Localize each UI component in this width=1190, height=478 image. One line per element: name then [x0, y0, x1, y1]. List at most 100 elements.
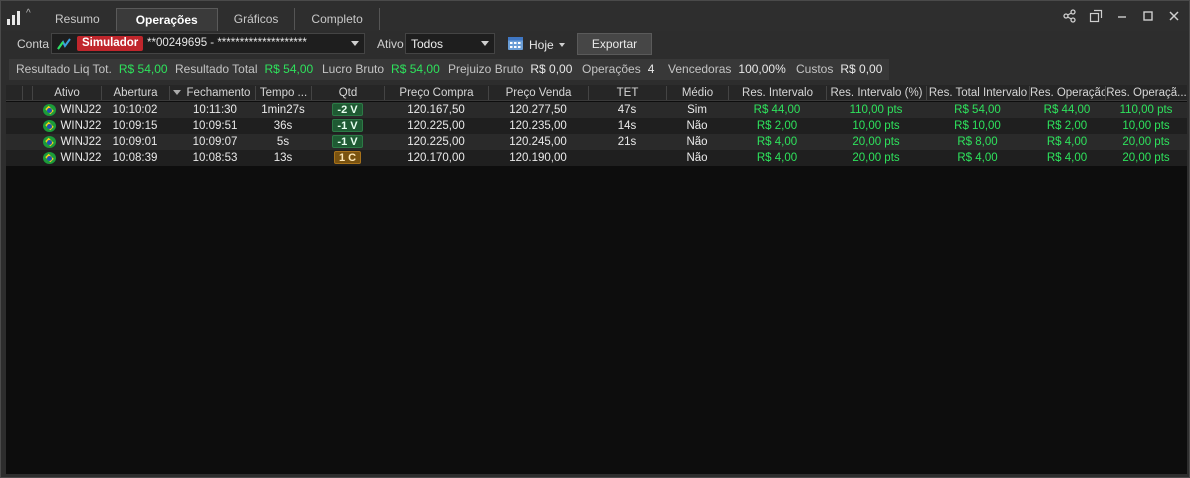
collapse-chevron-icon[interactable]: ^ — [26, 8, 31, 19]
cell-res-operacao-pts: 20,00 pts — [1122, 136, 1170, 148]
header-res-operacao[interactable]: Res. Operação — [1029, 86, 1105, 100]
cell-fechamento: 10:09:07 — [192, 136, 238, 148]
app-window: ^ Resumo Operações Gráficos Completo Con… — [0, 0, 1190, 478]
cell-preco-compra: 120.170,00 — [407, 152, 465, 164]
window-controls — [1063, 9, 1181, 23]
toolbar: Conta Simulador **00249695 - ***********… — [1, 31, 1189, 57]
account-logo-icon — [57, 38, 71, 50]
cell-tet: 47s — [617, 104, 637, 116]
close-icon[interactable] — [1167, 9, 1181, 23]
tab-bar: Resumo Operações Gráficos Completo — [39, 8, 380, 31]
header-ativo[interactable]: Ativo — [32, 86, 101, 100]
summary-prejuizo-bruto: Prejuizo Bruto R$ 0,00 — [441, 59, 580, 80]
header-fechamento[interactable]: Fechamento — [169, 86, 255, 100]
chevron-down-icon — [481, 41, 489, 46]
header-preco-venda[interactable]: Preço Venda — [488, 86, 588, 100]
header-medio[interactable]: Médio — [666, 86, 728, 100]
header-res-operacao-pts[interactable]: Res. Operaçã... — [1105, 86, 1187, 100]
ativo-label: Ativo — [377, 37, 404, 51]
cell-res-operacao-pts: 10,00 pts — [1122, 120, 1170, 132]
cell-res-operacao: R$ 2,00 — [1046, 120, 1088, 132]
header-tet[interactable]: TET — [588, 86, 666, 100]
cell-abertura: 10:09:01 — [112, 136, 158, 148]
header-preco-compra[interactable]: Preço Compra — [384, 86, 488, 100]
calendar-icon[interactable] — [507, 35, 524, 51]
cell-preco-venda: 120.277,50 — [509, 104, 567, 116]
cell-qtd: 1 C — [311, 150, 384, 166]
summary-resultado-liq: Resultado Liq Tot. R$ 54,00 — [9, 59, 175, 80]
title-bar: ^ Resumo Operações Gráficos Completo — [1, 1, 1189, 31]
cell-res-intervalo: R$ 4,00 — [756, 152, 798, 164]
app-logo-icon — [7, 9, 25, 25]
cell-res-operacao-pts: 110,00 pts — [1119, 104, 1173, 116]
date-filter-select[interactable]: Hoje — [529, 38, 554, 52]
tab-resumo[interactable]: Resumo — [39, 8, 116, 30]
brazil-flag-icon — [43, 120, 56, 132]
popout-icon[interactable] — [1089, 9, 1103, 23]
account-select[interactable]: Simulador **00249695 - *****************… — [51, 33, 365, 54]
export-button[interactable]: Exportar — [577, 33, 652, 55]
cell-res-intervalo-pct: 20,00 pts — [852, 136, 900, 148]
cell-ativo: WINJ22 — [60, 104, 102, 116]
cell-res-operacao-pts: 20,00 pts — [1122, 152, 1170, 164]
header-qtd[interactable]: Qtd — [311, 86, 384, 100]
cell-res-intervalo: R$ 2,00 — [756, 120, 798, 132]
table-row[interactable]: WINJ22 10:08:39 10:08:53 13s 1 C 120.170… — [6, 150, 1187, 166]
qtd-badge: -2 V — [332, 103, 363, 116]
cell-preco-venda: 120.235,00 — [509, 120, 567, 132]
cell-res-intervalo-pct: 110,00 pts — [849, 104, 903, 116]
cell-ativo: WINJ22 — [60, 120, 102, 132]
tab-graficos[interactable]: Gráficos — [218, 8, 296, 30]
cell-fechamento: 10:08:53 — [192, 152, 238, 164]
cell-preco-compra: 120.225,00 — [407, 120, 465, 132]
table-row[interactable]: WINJ22 10:10:02 10:11:30 1min27s -2 V 12… — [6, 102, 1187, 118]
cell-medio: Não — [686, 136, 708, 148]
summary-resultado-total: Resultado Total R$ 54,00 — [168, 59, 321, 80]
header-tempo[interactable]: Tempo ... — [255, 86, 311, 100]
tab-completo[interactable]: Completo — [295, 8, 380, 30]
brazil-flag-icon — [43, 136, 56, 148]
header-res-intervalo[interactable]: Res. Intervalo — [728, 86, 826, 100]
cell-fechamento: 10:11:30 — [193, 104, 237, 116]
cell-res-total-intervalo: R$ 4,00 — [957, 152, 998, 164]
cell-medio: Não — [686, 120, 708, 132]
header-abertura[interactable]: Abertura — [101, 86, 169, 100]
cell-res-total-intervalo: R$ 54,00 — [954, 104, 1001, 116]
cell-abertura: 10:08:39 — [112, 152, 158, 164]
tab-operacoes[interactable]: Operações — [115, 8, 218, 31]
table-row[interactable]: WINJ22 10:09:15 10:09:51 36s -1 V 120.22… — [6, 118, 1187, 134]
cell-preco-venda: 120.190,00 — [509, 152, 567, 164]
summary-operacoes: Operações 4 — [575, 59, 662, 80]
maximize-icon[interactable] — [1141, 9, 1155, 23]
table-row[interactable]: WINJ22 10:09:01 10:09:07 5s -1 V 120.225… — [6, 134, 1187, 150]
brazil-flag-icon — [43, 152, 56, 164]
summary-vencedoras: Vencedoras 100,00% — [661, 59, 793, 80]
header-res-intervalo-pct[interactable]: Res. Intervalo (%) — [826, 86, 926, 100]
account-number: **00249695 - ******************** — [147, 37, 307, 49]
table-header: Ativo Abertura Fechamento Tempo ... Qtd … — [6, 85, 1187, 101]
cell-res-operacao: R$ 44,00 — [1043, 104, 1091, 116]
ativo-select[interactable]: Todos — [405, 33, 495, 54]
header-res-total-intervalo[interactable]: Res. Total Intervalo — [926, 86, 1029, 100]
cell-ativo: WINJ22 — [60, 152, 102, 164]
cell-abertura: 10:10:02 — [112, 104, 158, 116]
cell-res-intervalo-pct: 20,00 pts — [852, 152, 900, 164]
minimize-icon[interactable] — [1115, 9, 1129, 23]
simulator-badge: Simulador — [77, 36, 144, 51]
cell-res-total-intervalo: R$ 8,00 — [957, 136, 998, 148]
cell-tempo: 1min27s — [261, 104, 305, 116]
cell-tet: 21s — [617, 136, 637, 148]
chevron-down-icon — [351, 41, 359, 46]
cell-tempo: 5s — [276, 136, 290, 148]
qtd-badge: -1 V — [332, 119, 363, 132]
header-spacer — [22, 86, 32, 100]
sort-descending-icon[interactable] — [173, 90, 181, 95]
brazil-flag-icon — [43, 104, 56, 116]
cell-qtd: -1 V — [311, 118, 384, 134]
cell-qtd: -2 V — [311, 102, 384, 118]
qtd-badge: -1 V — [332, 135, 363, 148]
share-icon[interactable] — [1063, 9, 1077, 23]
operations-table: Ativo Abertura Fechamento Tempo ... Qtd … — [6, 85, 1187, 474]
cell-qtd: -1 V — [311, 134, 384, 150]
chevron-down-icon[interactable] — [559, 43, 565, 47]
